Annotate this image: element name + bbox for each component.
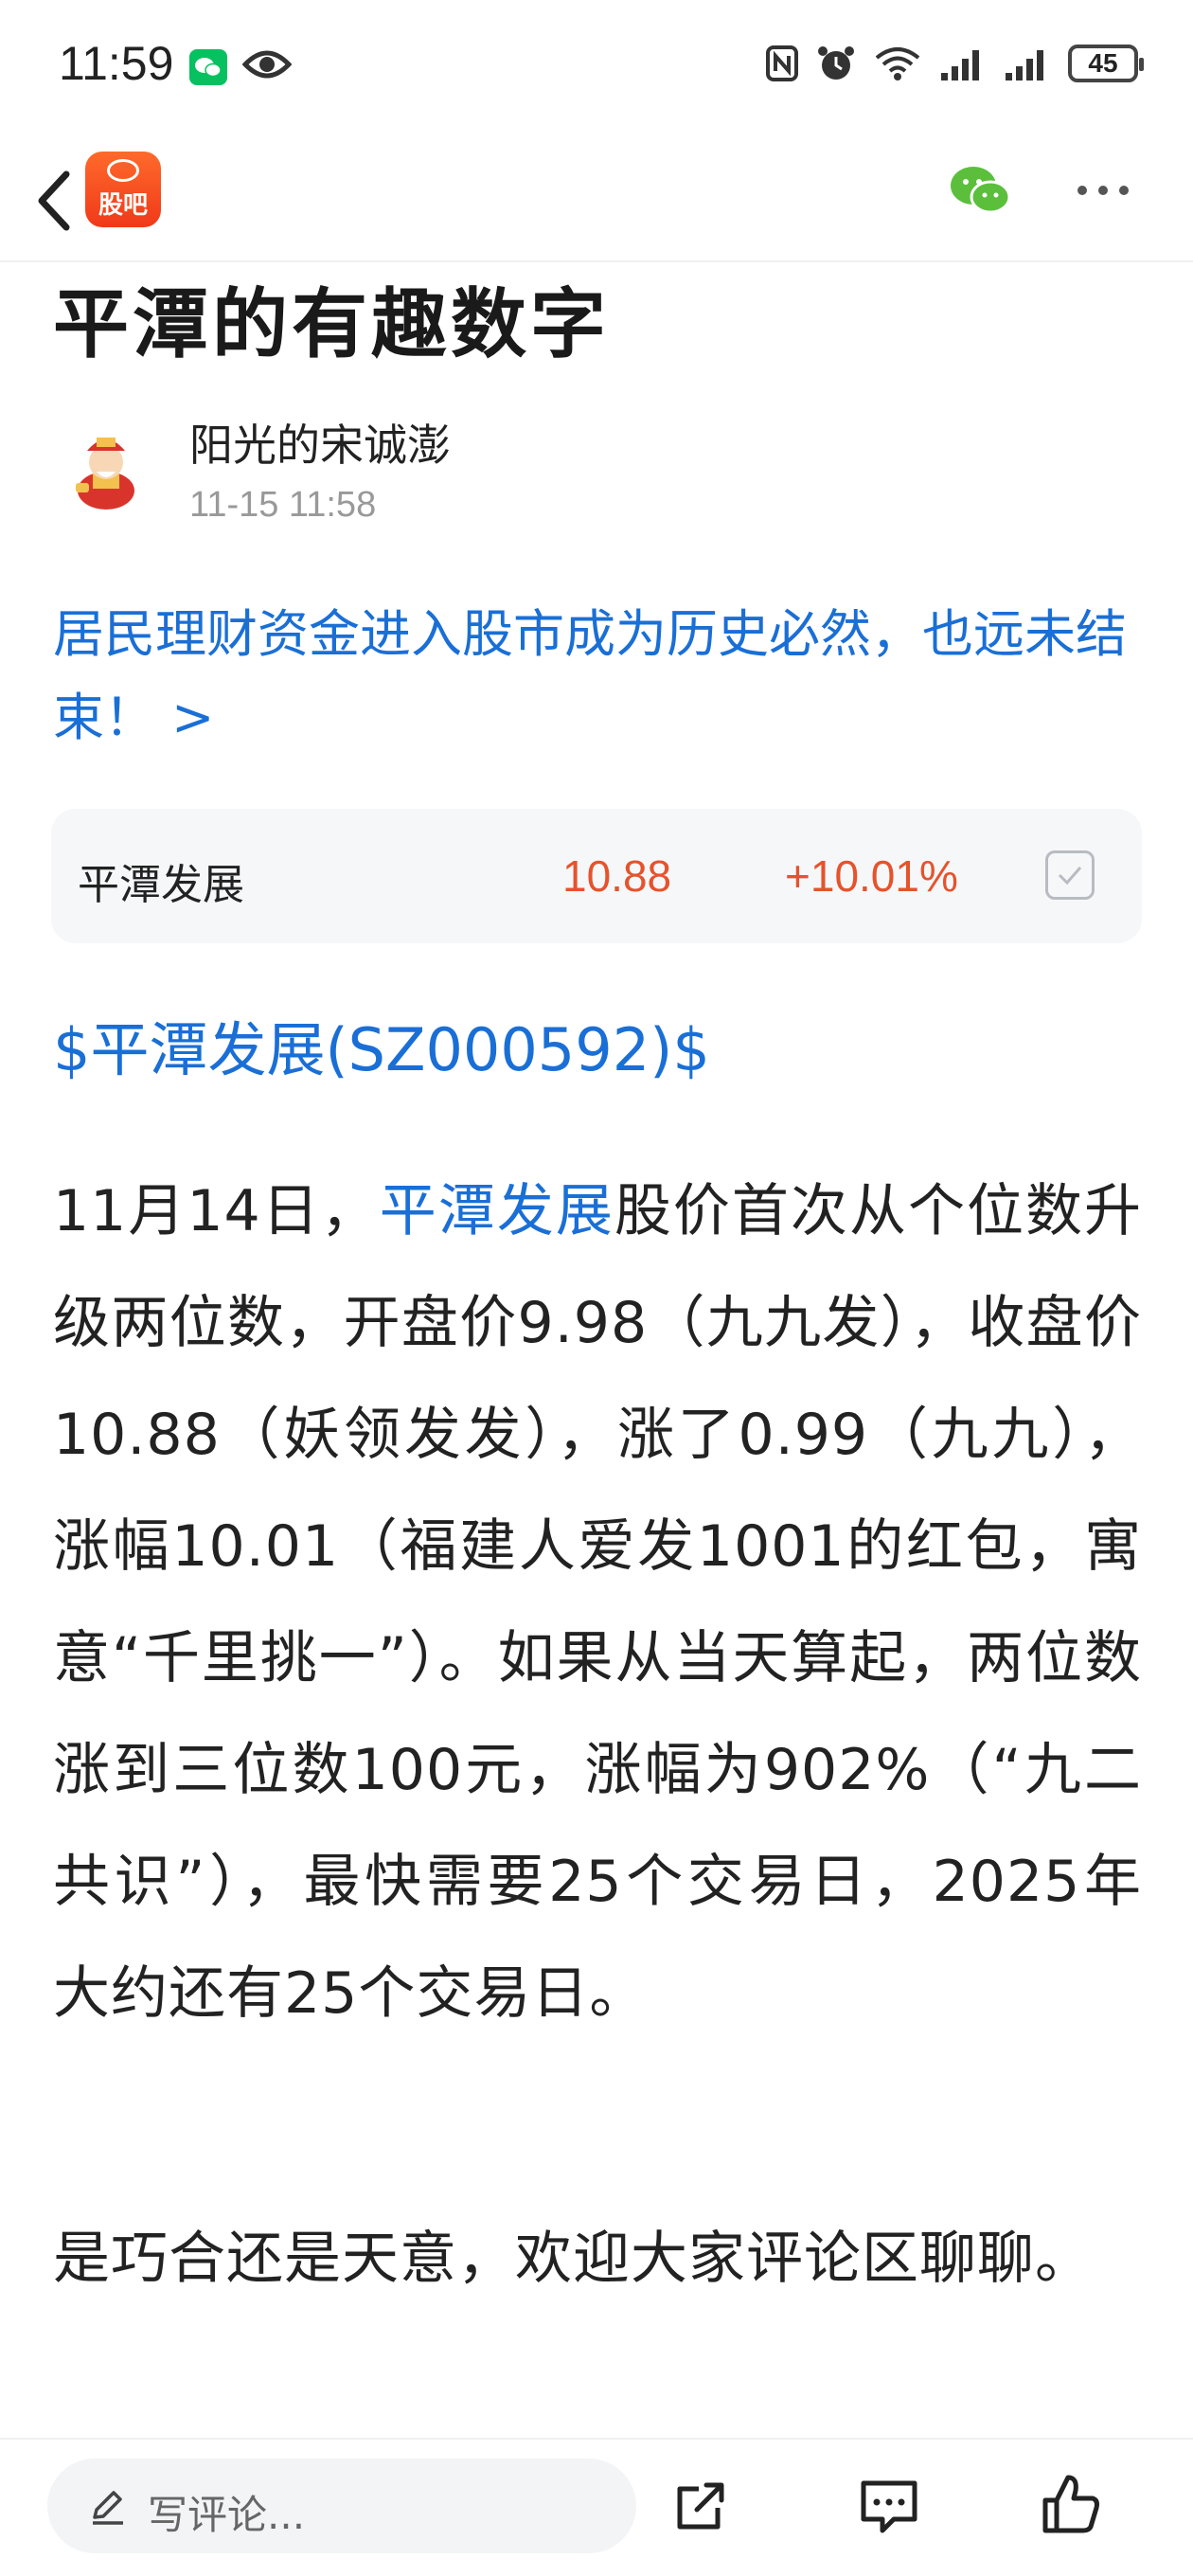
author-name[interactable]: 阳光的宋诚澎 — [189, 411, 451, 474]
signal-icon — [1006, 50, 1043, 80]
stock-price: 10.88 — [562, 851, 672, 901]
stock-card[interactable]: 平潭发展 10.88 +10.01% — [51, 809, 1142, 943]
top-nav: 股吧 — [0, 133, 1193, 262]
nfc-icon — [766, 45, 798, 81]
wifi-icon — [875, 47, 920, 80]
more-icon — [1077, 186, 1087, 195]
battery-icon: 45 — [1068, 45, 1144, 82]
back-button[interactable] — [28, 157, 85, 242]
app-logo-text: 股吧 — [98, 191, 148, 220]
status-icons: 45 — [765, 44, 1144, 83]
check-icon — [1058, 867, 1082, 886]
app-logo[interactable]: 股吧 — [85, 152, 161, 227]
paragraph-rest: 股价首次从个位数升级两位数，开盘价9.98（九九发），收盘价10.88（妖领发发… — [53, 1178, 1143, 2027]
stock-change: +10.01% — [785, 851, 958, 901]
author-avatar[interactable] — [59, 417, 153, 511]
article-paragraph: 11月14日，平潭发展股价首次从个位数升级两位数，开盘价9.98（九九发），收盘… — [53, 1155, 1142, 2049]
add-watchlist-checkbox[interactable] — [1045, 850, 1095, 900]
stock-name: 平潭发展 — [78, 861, 244, 909]
bottom-bar: 写评论... — [0, 2438, 1193, 2576]
comment-placeholder: 写评论... — [148, 2492, 306, 2538]
comments-button[interactable] — [858, 2476, 920, 2540]
status-bar: 11:59 45 — [0, 0, 1193, 133]
status-time: 11:59 — [59, 37, 174, 90]
more-button[interactable] — [1077, 186, 1129, 195]
share-icon — [677, 2482, 724, 2530]
paragraph-prefix: 11月14日， — [53, 1178, 380, 1244]
eye-icon — [241, 47, 293, 85]
more-icon — [1098, 186, 1108, 195]
article-title: 平潭的有趣数字 — [53, 280, 610, 368]
alarm-icon — [818, 46, 854, 80]
thumbs-up-icon — [1042, 2475, 1099, 2533]
inline-stock-link[interactable]: 平潭发展 — [380, 1178, 614, 1244]
wechat-icon — [189, 49, 227, 85]
back-icon — [38, 170, 70, 231]
headline-link[interactable]: 居民理财资金进入股市成为历史必然，也远未结束！ > — [53, 593, 1142, 760]
pen-icon — [93, 2491, 123, 2525]
logo-mark-icon — [107, 159, 139, 182]
wechat-share-button[interactable] — [947, 161, 1015, 224]
comment-icon — [861, 2480, 917, 2533]
share-button[interactable] — [670, 2476, 731, 2540]
more-icon — [1119, 186, 1129, 195]
signal-icon — [941, 50, 979, 80]
stock-tag-link[interactable]: $平潭发展(SZ000592)$ — [53, 1002, 710, 1087]
post-time: 11-15 11:58 — [189, 485, 377, 525]
wechat-share-icon — [951, 167, 1011, 214]
article-page: 11:59 45 股吧 平潭的有趣数字 阳光的宋诚澎 11-15 11:58 居… — [0, 0, 1193, 2576]
article-paragraph-2: 是巧合还是天意，欢迎大家评论区聊聊。 — [53, 2226, 1093, 2292]
comment-input[interactable]: 写评论... — [47, 2459, 636, 2553]
like-button[interactable] — [1040, 2472, 1102, 2540]
